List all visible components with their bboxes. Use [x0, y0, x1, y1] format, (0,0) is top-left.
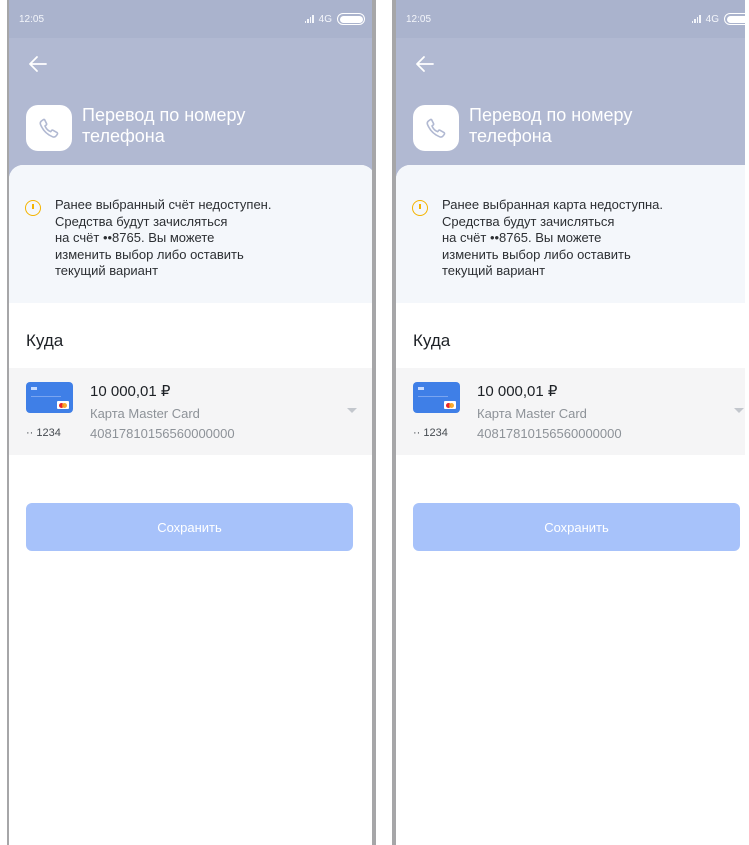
right-edge — [745, 0, 749, 845]
phone-icon — [26, 105, 72, 151]
header: Перевод по номеру телефона — [396, 38, 749, 178]
section-title-destination: Куда — [413, 331, 451, 350]
content-sheet: Ранее выбранный счёт недоступен. Средств… — [9, 165, 375, 845]
section-title-destination: Куда — [26, 331, 64, 350]
arrow-left-icon[interactable] — [27, 54, 49, 74]
page-title: Перевод по номеру телефона — [82, 105, 246, 146]
notice-text: Ранее выбранный счёт недоступен. Средств… — [55, 197, 272, 278]
card-name: Карта Master Card — [90, 406, 200, 421]
status-bar: 12:05 4G — [396, 0, 749, 38]
network-label: 4G — [705, 13, 719, 25]
account-number: 40817810156560000000 — [90, 426, 235, 441]
account-selector[interactable]: ·· 1234 10 000,01 ₽ Карта Master Card 40… — [396, 368, 749, 455]
page-title: Перевод по номеру телефона — [469, 105, 633, 146]
signal-icon — [691, 15, 701, 23]
header: Перевод по номеру телефона — [9, 38, 375, 178]
phone-screen-1: 12:05 4G Перевод по номеру телефона Ране… — [9, 0, 375, 845]
account-balance: 10 000,01 ₽ — [90, 383, 171, 400]
warning-circle-icon — [412, 200, 428, 216]
screen-divider — [372, 0, 376, 845]
status-time: 12:05 — [406, 13, 432, 25]
chevron-down-icon[interactable] — [734, 408, 744, 413]
status-indicators: 4G — [691, 13, 749, 25]
status-indicators: 4G — [304, 13, 365, 25]
save-button[interactable]: Сохранить — [26, 503, 353, 551]
status-time: 12:05 — [19, 13, 45, 25]
save-button[interactable]: Сохранить — [413, 503, 740, 551]
card-name: Карта Master Card — [477, 406, 587, 421]
content-sheet: Ранее выбранная карта недоступна. Средст… — [396, 165, 749, 845]
phone-icon — [413, 105, 459, 151]
title-row: Перевод по номеру телефона — [26, 105, 282, 151]
mastercard-logo-icon — [57, 401, 69, 409]
network-label: 4G — [318, 13, 332, 25]
card-image — [413, 382, 460, 413]
account-balance: 10 000,01 ₽ — [477, 383, 558, 400]
card-mask: ·· 1234 — [26, 427, 61, 439]
signal-icon — [304, 15, 314, 23]
mastercard-logo-icon — [444, 401, 456, 409]
notice-banner: Ранее выбранный счёт недоступен. Средств… — [9, 165, 375, 303]
arrow-left-icon[interactable] — [414, 54, 436, 74]
warning-circle-icon — [25, 200, 41, 216]
status-bar: 12:05 4G — [9, 0, 375, 38]
battery-icon — [337, 13, 365, 25]
phone-screen-2: 12:05 4G Перевод по номеру телефона Ране… — [396, 0, 749, 845]
notice-banner: Ранее выбранная карта недоступна. Средст… — [396, 165, 749, 303]
title-row: Перевод по номеру телефона — [413, 105, 669, 151]
account-selector[interactable]: ·· 1234 10 000,01 ₽ Карта Master Card 40… — [9, 368, 375, 455]
account-number: 40817810156560000000 — [477, 426, 622, 441]
notice-text: Ранее выбранная карта недоступна. Средст… — [442, 197, 664, 278]
chevron-down-icon[interactable] — [347, 408, 357, 413]
card-mask: ·· 1234 — [413, 427, 448, 439]
card-image — [26, 382, 73, 413]
